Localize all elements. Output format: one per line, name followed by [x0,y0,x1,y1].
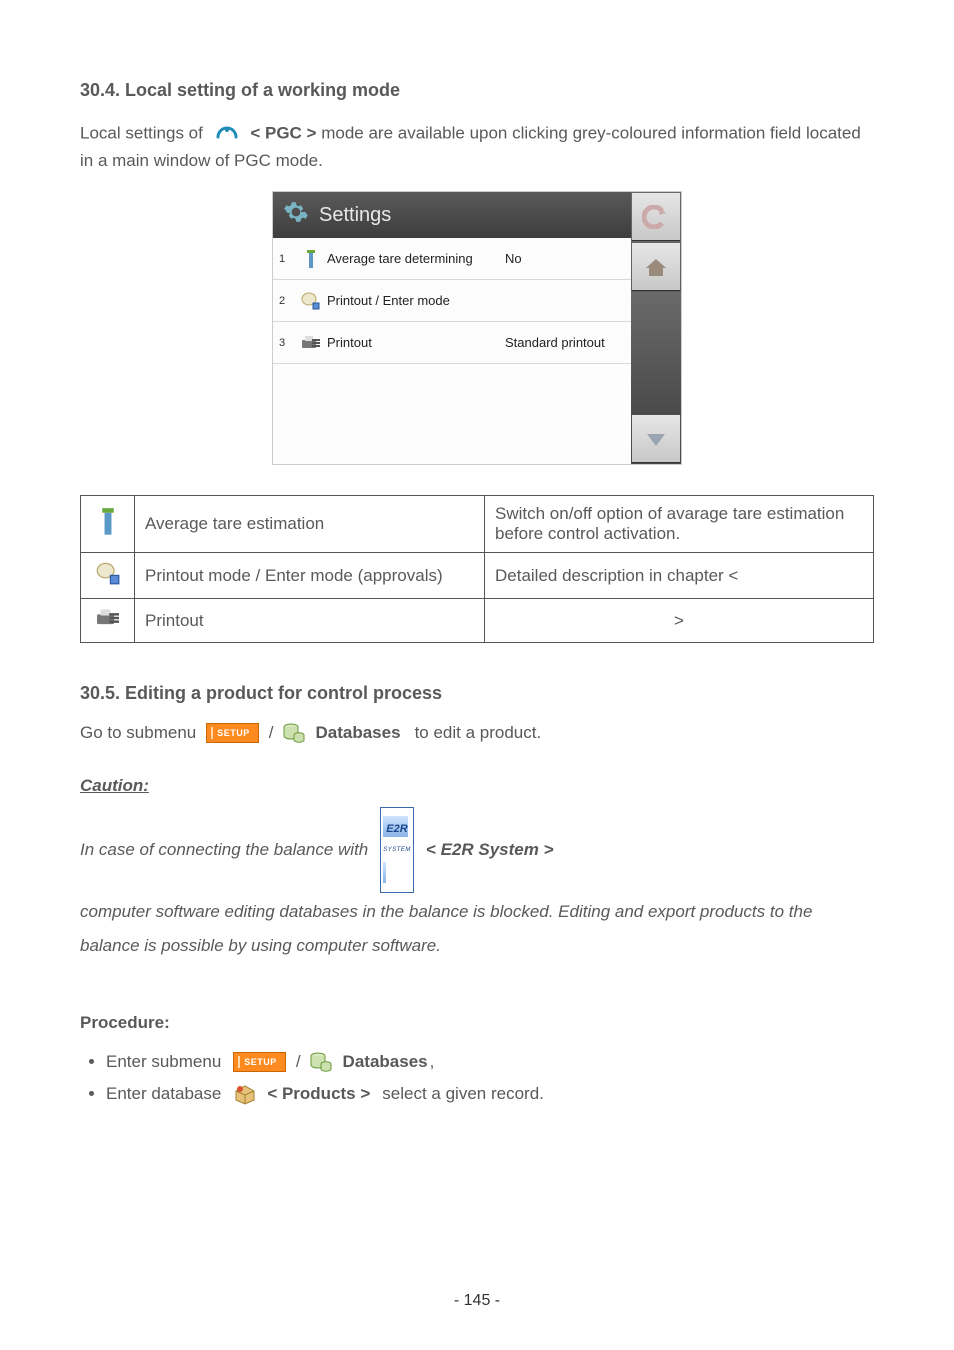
row-label: Printout [327,335,505,350]
caution-post: computer software editing databases in t… [80,895,874,963]
section-heading-2: 30.5. Editing a product for control proc… [80,683,874,704]
gear-icon [283,199,309,231]
row-value: No [505,251,625,266]
desc-name: Printout mode / Enter mode (approvals) [135,553,485,599]
bullet-text: Enter database [106,1084,221,1104]
setup-button-icon: SETUP [206,723,259,743]
slash: / [269,723,274,743]
products-icon [233,1083,257,1105]
table-row: Printout > [81,599,874,643]
desc-text: Detailed description in chapter < [485,553,874,599]
setup-button-icon: SETUP [233,1052,286,1072]
databases-icon [282,722,306,744]
side-home-button[interactable] [632,243,680,291]
desc-icon-cell [81,553,135,599]
table-row: Printout mode / Enter mode (approvals) D… [81,553,874,599]
settings-row-1[interactable]: 1 Average tare determining No [273,238,631,280]
desc-text: Switch on/off option of avarage tare est… [485,496,874,553]
databases-icon [309,1051,333,1073]
row-label: Average tare determining [327,251,505,266]
bullet-tail: select a given record. [382,1084,544,1104]
side-spacer [631,292,681,414]
tare-toggle-icon [97,507,119,537]
goto-submenu-line: Go to submenu SETUP / Databases to edit … [80,722,874,744]
caution-text: In case of connecting the balance with E… [80,807,874,963]
desc-text: > [485,599,874,643]
settings-header: Settings [273,192,631,238]
slash: / [296,1052,301,1072]
printout-mode-icon [295,291,327,311]
side-down-button[interactable] [632,415,680,463]
list-item: Enter database < Products > select a giv… [106,1083,874,1105]
line-text: Go to submenu [80,723,196,743]
side-back-button[interactable] [632,193,680,241]
row-label: Printout / Enter mode [327,293,505,308]
caution-block: Caution: [80,774,874,799]
databases-label: Databases [343,1052,428,1072]
row-number: 3 [279,337,295,349]
row-number: 2 [279,295,295,307]
desc-icon-cell [81,599,135,643]
printout-mode-icon [94,561,122,585]
row-value: Standard printout [505,335,625,350]
settings-blank-area [273,364,631,464]
products-label: < Products > [267,1084,370,1104]
caution-mid: < E2R System > [426,833,554,867]
caution-label: Caution: [80,776,149,795]
line-text-post: to edit a product. [415,723,542,743]
page-number: - 145 - [0,1292,954,1310]
procedure-label: Procedure: [80,1013,874,1033]
settings-row-2[interactable]: 2 Printout / Enter mode [273,280,631,322]
settings-main-panel: Settings 1 Average tare determining No 2… [273,192,631,464]
section-heading-1: 30.4. Local setting of a working mode [80,80,874,101]
settings-title: Settings [319,204,391,227]
setup-label: SETUP [244,1057,277,1067]
procedure-list: Enter submenu SETUP / Databases , [106,1051,874,1105]
setup-label: SETUP [217,728,250,738]
desc-name: Average tare estimation [135,496,485,553]
settings-screenshot: Settings 1 Average tare determining No 2… [272,191,682,465]
caution-pre: In case of connecting the balance with [80,833,368,867]
tare-toggle-icon [295,248,327,270]
databases-label: Databases [316,723,401,743]
settings-description-table: Average tare estimation Switch on/off op… [80,495,874,643]
table-row: Average tare estimation Switch on/off op… [81,496,874,553]
settings-sidebar [631,192,681,464]
pgc-mode-icon [214,119,240,149]
bullet-tail: , [430,1052,435,1072]
settings-row-3[interactable]: 3 Printout Standard printout [273,322,631,364]
row-number: 1 [279,253,295,265]
e2r-icon: E2R SYSTEM [380,807,414,893]
intro-text-mid: < PGC > [250,123,316,142]
intro-text-pre: Local settings of [80,123,203,142]
desc-name: Printout [135,599,485,643]
printer-icon [94,607,122,629]
desc-icon-cell [81,496,135,553]
printer-icon [295,334,327,352]
intro-paragraph: Local settings of < PGC > mode are avail… [80,119,874,173]
list-item: Enter submenu SETUP / Databases , [106,1051,874,1073]
bullet-text: Enter submenu [106,1052,221,1072]
